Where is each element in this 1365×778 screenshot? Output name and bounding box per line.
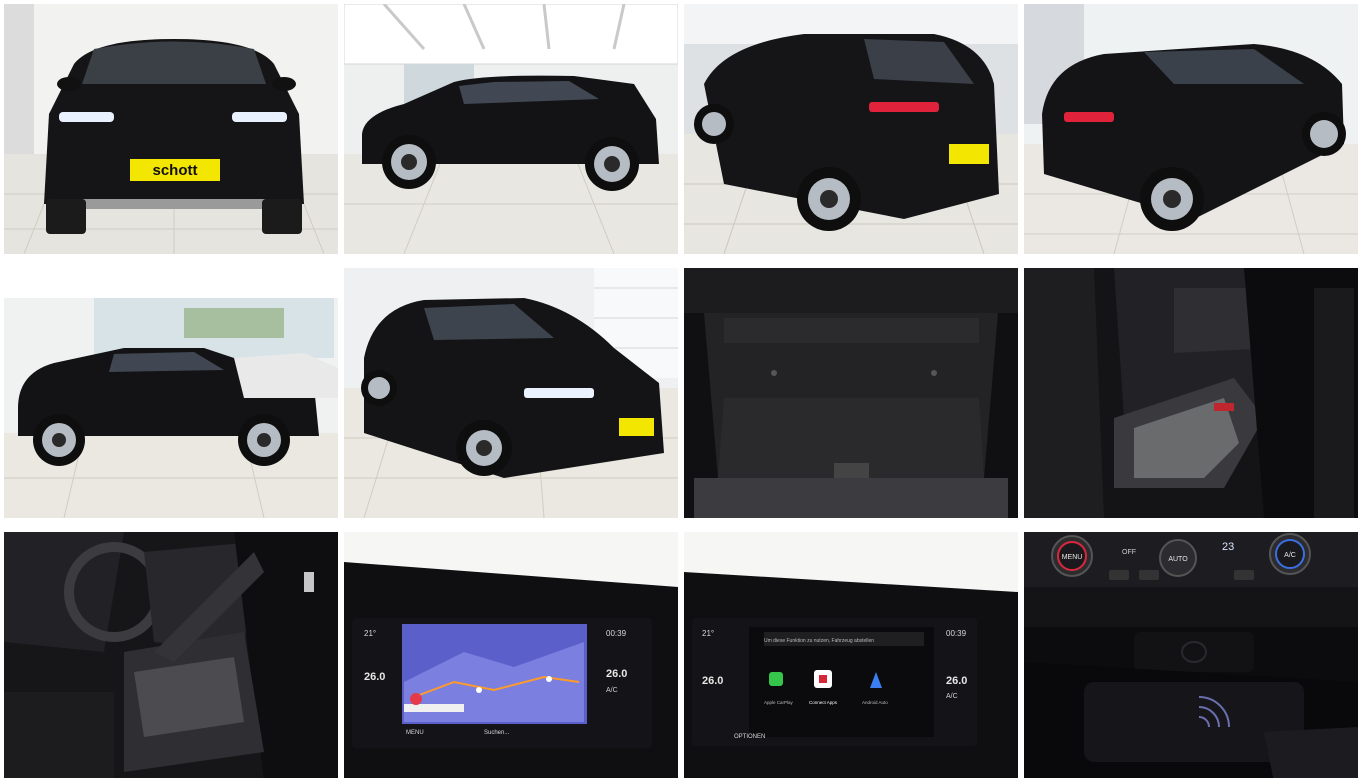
photo-front-view[interactable]: schott xyxy=(4,4,338,254)
climate-off-label: OFF xyxy=(1122,549,1136,556)
photo-driver-seat[interactable] xyxy=(4,532,338,778)
license-plate-text: schott xyxy=(153,162,198,179)
photo-climate-controls[interactable]: MENU AUTO A/C OFF 23 xyxy=(1024,532,1358,778)
ac-readout: A/C xyxy=(606,687,618,694)
photo-trunk[interactable] xyxy=(684,268,1018,518)
climate-ac-label: A/C xyxy=(1284,552,1296,559)
photo-rear-left-view[interactable] xyxy=(684,4,1018,254)
left-temp-readout-2: 26.0 xyxy=(702,675,723,687)
photo-side-view[interactable] xyxy=(344,4,678,254)
clock-readout: 00:39 xyxy=(606,629,627,638)
app-carplay-label: Apple CarPlay xyxy=(764,700,794,705)
climate-menu-label: MENU xyxy=(1062,554,1083,561)
menu-label: MENU xyxy=(406,730,424,736)
photo-rear-seat[interactable] xyxy=(1024,268,1358,518)
photo-navigation-screen[interactable]: 21° 00:39 26.0 26.0 A/C MENU Suchen... xyxy=(344,532,678,778)
outside-temp-readout-2: 21° xyxy=(702,629,714,638)
search-label: Suchen... xyxy=(484,730,510,736)
right-temp-readout-2: 26.0 xyxy=(946,675,967,687)
app-android-label: Android Auto xyxy=(862,700,888,705)
photo-front-right-view[interactable] xyxy=(344,268,678,518)
outside-temp-readout: 21° xyxy=(364,629,376,638)
left-temp-readout: 26.0 xyxy=(364,671,385,683)
climate-temp-display: 23 xyxy=(1222,541,1234,553)
right-temp-readout: 26.0 xyxy=(606,668,627,680)
photo-rear-right-view[interactable] xyxy=(1024,4,1358,254)
clock-readout-2: 00:39 xyxy=(946,629,967,638)
ac-readout-2: A/C xyxy=(946,693,958,700)
photo-gallery: schott 21° 00:39 26.0 26.0 A/C MENU Such… xyxy=(0,0,1365,778)
notice-text: Um diese Funktion zu nutzen, Fahrzeug ab… xyxy=(764,638,874,644)
climate-auto-label: AUTO xyxy=(1168,556,1188,563)
photo-apps-screen[interactable]: Um diese Funktion zu nutzen, Fahrzeug ab… xyxy=(684,532,1018,778)
app-connect-label: Connect Apps xyxy=(809,700,838,705)
photo-side-left-view[interactable] xyxy=(4,268,338,518)
options-label: OPTIONEN xyxy=(734,734,765,740)
